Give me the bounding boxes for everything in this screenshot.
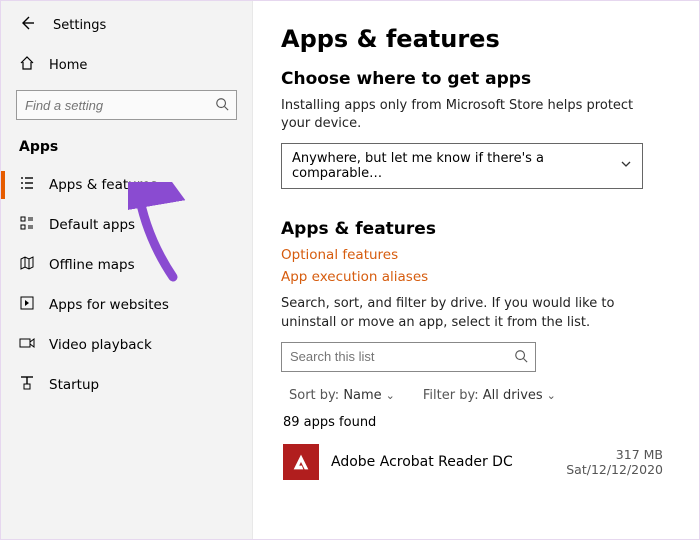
header-row: Settings: [1, 11, 252, 45]
filter-label: Filter by:: [423, 388, 479, 403]
sidebar-item-offline-maps[interactable]: Offline maps: [1, 245, 252, 285]
sidebar-item-apps-features[interactable]: Apps & features: [1, 165, 252, 205]
search-list-wrap[interactable]: [281, 342, 536, 372]
home-icon: [19, 55, 35, 75]
filter-value: All drives: [483, 388, 543, 403]
chevron-down-icon: ⌄: [386, 389, 395, 402]
sidebar-item-label: Apps & features: [49, 177, 157, 193]
app-source-dropdown[interactable]: Anywhere, but let me know if there's a c…: [281, 143, 643, 189]
sort-label: Sort by:: [289, 388, 339, 403]
sidebar-item-apps-websites[interactable]: Apps for websites: [1, 285, 252, 325]
window-title: Settings: [53, 18, 106, 33]
filter-by-control[interactable]: Filter by: All drives ⌄: [423, 388, 556, 403]
app-name: Adobe Acrobat Reader DC: [331, 454, 554, 470]
chevron-down-icon: ⌄: [547, 389, 556, 402]
filter-help-text: Search, sort, and filter by drive. If yo…: [281, 295, 665, 331]
offline-maps-icon: [19, 255, 35, 275]
sidebar-section-label: Apps: [1, 133, 252, 165]
chevron-down-icon: [620, 158, 632, 174]
sort-by-control[interactable]: Sort by: Name ⌄: [289, 388, 395, 403]
find-setting-search[interactable]: [16, 90, 237, 120]
sidebar-item-label: Offline maps: [49, 257, 135, 273]
link-optional-features[interactable]: Optional features: [281, 247, 665, 263]
app-date: Sat/12/12/2020: [566, 462, 663, 477]
sidebar-item-default-apps[interactable]: Default apps: [1, 205, 252, 245]
app-icon-adobe: [283, 444, 319, 480]
search-input[interactable]: [16, 90, 237, 120]
app-meta: 317 MB Sat/12/12/2020: [566, 447, 663, 477]
sidebar-item-label: Startup: [49, 377, 99, 393]
sidebar-item-video-playback[interactable]: Video playback: [1, 325, 252, 365]
app-size: 317 MB: [566, 447, 663, 462]
page-title: Apps & features: [281, 25, 665, 53]
search-icon: [215, 97, 229, 115]
section-choose-apps-title: Choose where to get apps: [281, 69, 665, 89]
dropdown-value: Anywhere, but let me know if there's a c…: [292, 151, 620, 181]
search-icon: [514, 349, 528, 367]
default-apps-icon: [19, 215, 35, 235]
apps-websites-icon: [19, 295, 35, 315]
section-choose-apps-help: Installing apps only from Microsoft Stor…: [281, 97, 665, 133]
main-content: Apps & features Choose where to get apps…: [253, 1, 699, 539]
back-icon[interactable]: [19, 15, 35, 35]
sidebar-item-home[interactable]: Home: [1, 45, 252, 85]
home-label: Home: [49, 58, 87, 73]
sidebar-item-label: Video playback: [49, 337, 152, 353]
sidebar-item-label: Apps for websites: [49, 297, 169, 313]
sort-filter-row: Sort by: Name ⌄ Filter by: All drives ⌄: [281, 382, 665, 411]
search-list-input[interactable]: [281, 342, 536, 372]
apps-count: 89 apps found: [283, 415, 665, 430]
sidebar: Settings Home Apps Apps & features Defau…: [1, 1, 253, 539]
link-app-execution-aliases[interactable]: App execution aliases: [281, 269, 665, 285]
app-list-item[interactable]: Adobe Acrobat Reader DC 317 MB Sat/12/12…: [281, 438, 665, 486]
sidebar-item-startup[interactable]: Startup: [1, 365, 252, 405]
section-apps-features-title: Apps & features: [281, 219, 665, 239]
video-playback-icon: [19, 335, 35, 355]
sidebar-item-label: Default apps: [49, 217, 135, 233]
startup-icon: [19, 375, 35, 395]
sort-value: Name: [343, 388, 381, 403]
apps-features-icon: [19, 175, 35, 195]
